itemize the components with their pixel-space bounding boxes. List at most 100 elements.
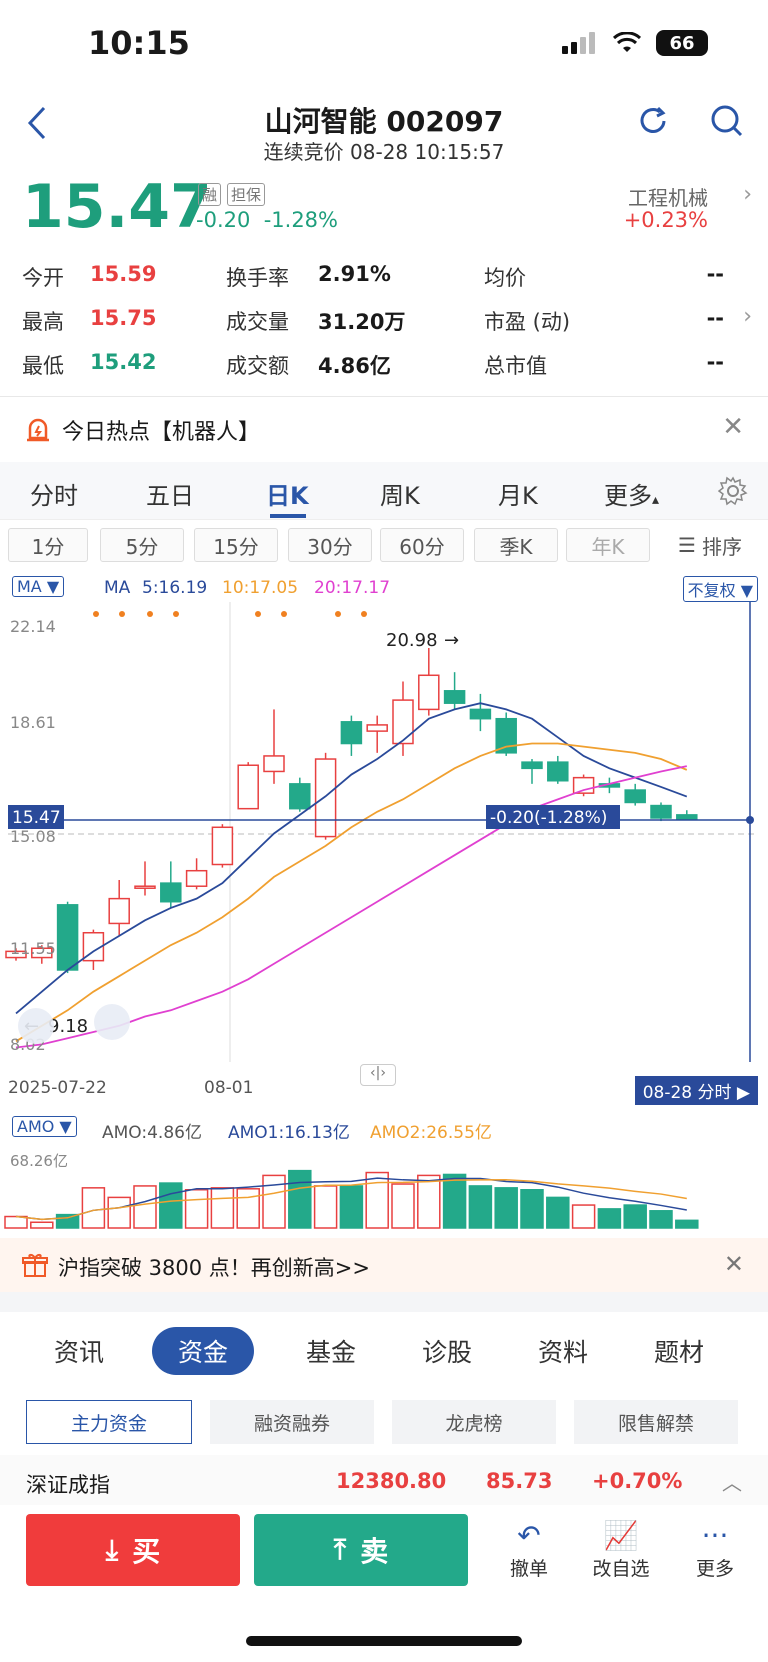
- stat-pe-value: --: [706, 306, 724, 330]
- tags: 融 担保: [198, 183, 266, 206]
- adjust-selector[interactable]: 不复权 ▼: [682, 576, 758, 602]
- more-button[interactable]: ··· 更多: [680, 1518, 750, 1581]
- candle-body: [263, 755, 285, 773]
- gear-icon[interactable]: [717, 476, 748, 510]
- stat-pe-label[interactable]: 市盈 (动): [484, 306, 570, 336]
- hot-topic-text: 今日热点【机器人】: [62, 420, 261, 445]
- volume-bar: [417, 1174, 441, 1229]
- amo-selector[interactable]: AMO ▼: [12, 1116, 77, 1137]
- stat-mcap-label: 总市值: [484, 354, 547, 378]
- volume-bar: [494, 1187, 518, 1229]
- content-tabs: 资讯 资金 基金 诊股 资料 题材: [0, 1325, 768, 1385]
- amo1-value: AMO1:16.13亿: [228, 1123, 350, 1143]
- ma-selector[interactable]: MA ▼: [12, 576, 65, 597]
- volume-chart[interactable]: [0, 1150, 768, 1230]
- stat-avg-label: 均价: [484, 266, 526, 290]
- refresh-icon[interactable]: [636, 104, 670, 142]
- ma5-value: 5:16.19: [142, 578, 208, 598]
- tab-intraday[interactable]: 分时: [30, 476, 78, 511]
- undo-icon: ↶: [517, 1519, 541, 1552]
- sort-button[interactable]: ☰ 排序: [660, 528, 760, 562]
- amo2-value: AMO2:26.55亿: [370, 1123, 492, 1143]
- tab-news[interactable]: 资讯: [54, 1333, 104, 1369]
- tab-monthly-k[interactable]: 月K: [498, 476, 538, 511]
- candle-body: [392, 699, 414, 745]
- search-icon[interactable]: [710, 104, 744, 142]
- collateral-tag: 担保: [227, 183, 266, 206]
- stat-avg-value: --: [706, 262, 724, 286]
- period-quarter-k[interactable]: 季K: [474, 528, 558, 562]
- download-icon: ⤓: [105, 1533, 119, 1566]
- subtab-dragon-tiger[interactable]: 龙虎榜: [392, 1400, 556, 1444]
- period-30min[interactable]: 30分: [288, 528, 372, 562]
- candle-body: [495, 717, 517, 754]
- chevron-right-icon[interactable]: ›: [743, 182, 752, 207]
- subtab-main-funds[interactable]: 主力资金: [26, 1400, 192, 1444]
- tab-five-day[interactable]: 五日: [146, 476, 194, 511]
- zoom-out-icon: [18, 1008, 54, 1044]
- index-ticker[interactable]: 深证成指 12380.80 85.73 +0.70% ︿: [0, 1455, 768, 1505]
- period-5min[interactable]: 5分: [100, 528, 184, 562]
- ma-legend: MA ▼ MA 5:16.19 10:17.05 20:17.17 不复权 ▼: [0, 572, 768, 602]
- volume-bar: [391, 1183, 415, 1229]
- drag-handle-icon[interactable]: ‹|›: [360, 1064, 396, 1086]
- amo-value: AMO:4.86亿: [102, 1123, 202, 1143]
- chevron-up-icon[interactable]: ︿: [722, 1467, 742, 1496]
- status-time: 10:15: [88, 24, 190, 62]
- y-label-top: 22.14: [10, 617, 56, 636]
- date-start: 2025-07-22: [8, 1078, 107, 1098]
- stat-mcap-value: --: [706, 350, 724, 374]
- volume-bar: [288, 1169, 312, 1229]
- period-year-k[interactable]: 年K: [566, 528, 650, 562]
- close-icon[interactable]: ✕: [724, 1250, 744, 1278]
- tab-daily-k[interactable]: 日K: [266, 476, 309, 511]
- current-price: 15.47: [22, 172, 212, 242]
- margin-tag: 融: [198, 183, 222, 206]
- volume-bar: [4, 1215, 28, 1229]
- period-15min[interactable]: 15分: [194, 528, 278, 562]
- volume-bar: [623, 1204, 647, 1229]
- kline-chart[interactable]: 22.14 18.61 15.08 11.55 8.02 15.47 -0.20…: [0, 602, 768, 1082]
- candle-body: [56, 904, 79, 971]
- upload-icon: ⤒: [333, 1533, 347, 1566]
- tab-weekly-k[interactable]: 周K: [380, 476, 420, 511]
- volume-bar: [365, 1171, 389, 1229]
- ma10-value: 10:17.05: [222, 578, 299, 598]
- period-1min[interactable]: 1分: [8, 528, 88, 562]
- watchlist-button[interactable]: 📈 改自选: [586, 1518, 656, 1581]
- close-icon[interactable]: ✕: [722, 412, 744, 442]
- cancel-order-button[interactable]: ↶ 撤单: [494, 1518, 564, 1581]
- home-indicator: [246, 1636, 522, 1646]
- price-change: -0.20 -1.28%: [196, 208, 338, 232]
- rotate-icon: [94, 1004, 130, 1040]
- period-60min[interactable]: 60分: [380, 528, 464, 562]
- volume-bar: [81, 1187, 106, 1229]
- news-banner[interactable]: 沪指突破 3800 点！再创新高>> ✕: [0, 1238, 768, 1292]
- change-tag: -0.20(-1.28%): [490, 808, 607, 828]
- sector-name[interactable]: 工程机械: [628, 182, 708, 211]
- stat-high: 最高: [22, 310, 64, 334]
- stat-turnover-value: 2.91%: [318, 262, 391, 286]
- candle-body: [624, 789, 646, 804]
- volume-bar: [546, 1196, 570, 1229]
- divider: [0, 396, 768, 397]
- tab-more[interactable]: 更多▴: [604, 476, 659, 511]
- chevron-right-icon[interactable]: ›: [743, 304, 752, 329]
- tab-funds[interactable]: 资金: [152, 1327, 255, 1375]
- sell-button[interactable]: ⤒ 卖: [254, 1514, 468, 1586]
- stat-turnover-label: 换手率: [226, 266, 289, 290]
- buy-button[interactable]: ⤓ 买: [26, 1514, 240, 1586]
- index-value: 12380.80: [336, 1469, 447, 1493]
- tab-diagnose[interactable]: 诊股: [422, 1333, 472, 1369]
- volume-bar: [262, 1174, 286, 1229]
- candle-body: [314, 758, 337, 838]
- hot-topic-banner[interactable]: 今日热点【机器人】 ✕: [0, 398, 768, 460]
- subtab-lockup[interactable]: 限售解禁: [574, 1400, 738, 1444]
- candle-body: [469, 708, 492, 720]
- subtab-margin[interactable]: 融资融券: [210, 1400, 374, 1444]
- change-value: -0.20: [196, 208, 251, 232]
- tab-theme[interactable]: 题材: [654, 1333, 704, 1369]
- tab-profile[interactable]: 资料: [538, 1333, 588, 1369]
- intraday-button[interactable]: 08-28 分时 ▶: [634, 1076, 758, 1105]
- tab-fund[interactable]: 基金: [306, 1333, 356, 1369]
